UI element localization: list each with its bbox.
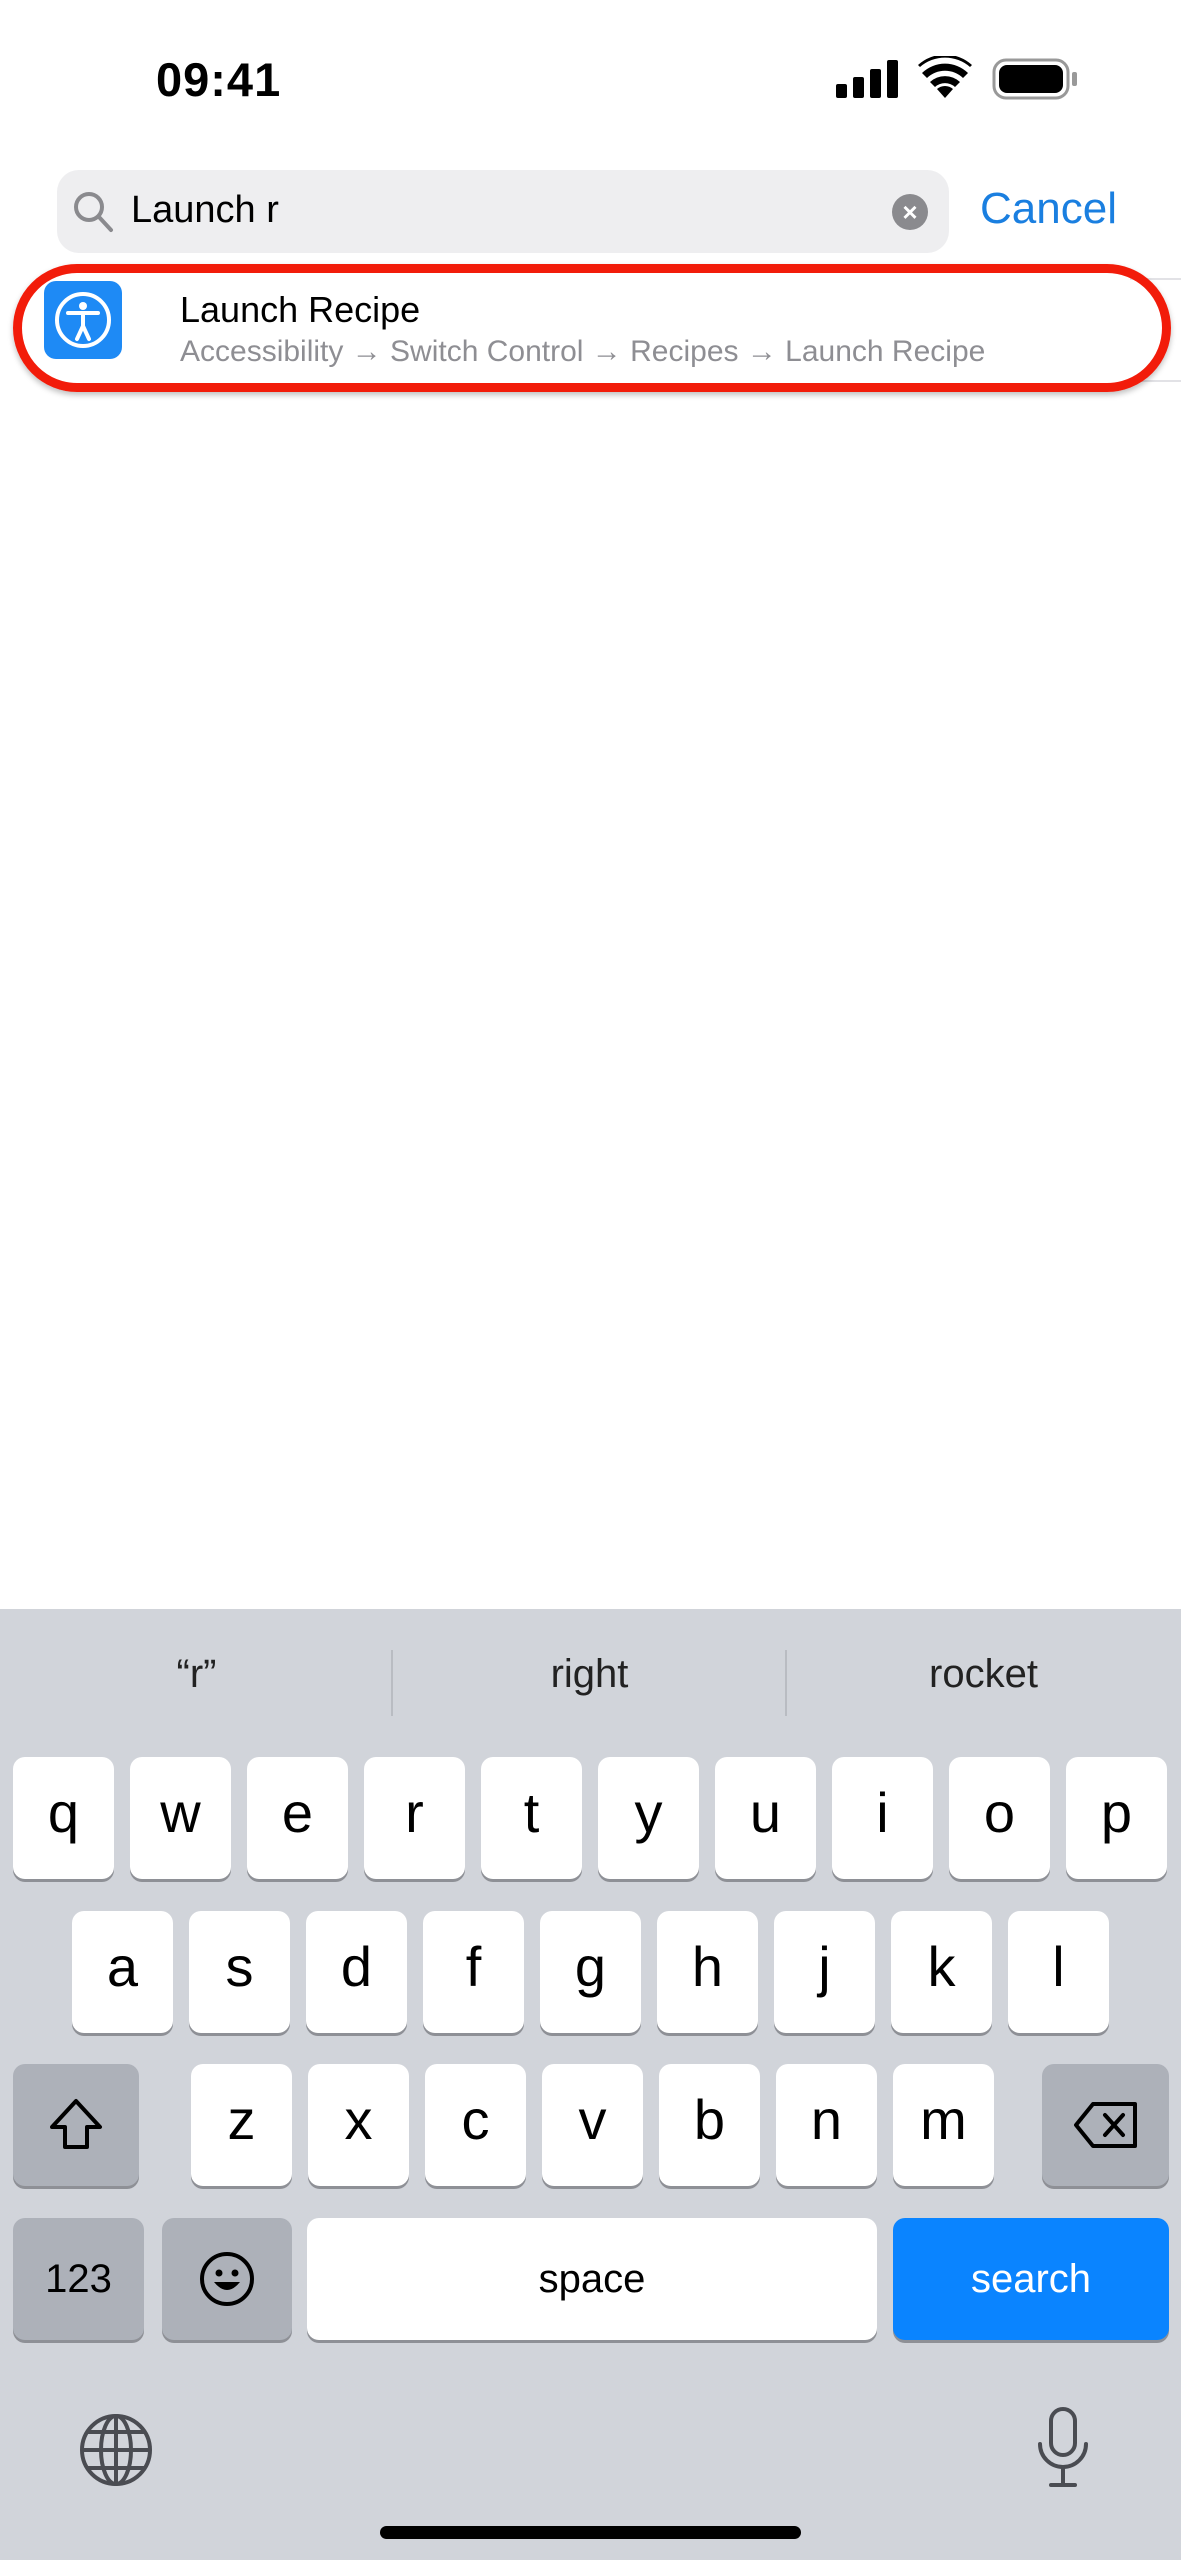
emoji-key[interactable]	[162, 2218, 292, 2340]
battery-icon	[992, 58, 1077, 100]
key-i[interactable]: i	[832, 1757, 933, 1879]
key-v[interactable]: v	[542, 2064, 643, 2186]
key-t[interactable]: t	[481, 1757, 582, 1879]
key-m[interactable]: m	[893, 2064, 994, 2186]
key-h[interactable]: h	[657, 1911, 758, 2033]
key-j[interactable]: j	[774, 1911, 875, 2033]
key-o[interactable]: o	[949, 1757, 1050, 1879]
microphone-icon[interactable]	[1035, 2406, 1091, 2490]
search-key[interactable]: search	[893, 2218, 1169, 2340]
delete-key[interactable]	[1042, 2064, 1169, 2186]
cancel-button[interactable]: Cancel	[980, 184, 1117, 234]
key-y[interactable]: y	[598, 1757, 699, 1879]
shift-icon	[50, 2099, 102, 2149]
status-time: 09:41	[156, 53, 282, 106]
key-n[interactable]: n	[776, 2064, 877, 2186]
search-icon	[74, 192, 113, 232]
suggestion-3[interactable]: rocket	[787, 1652, 1180, 1697]
home-indicator	[380, 2526, 801, 2539]
wifi-icon	[918, 56, 972, 98]
numbers-key[interactable]: 123	[13, 2218, 144, 2340]
key-p[interactable]: p	[1066, 1757, 1167, 1879]
globe-icon[interactable]	[78, 2412, 154, 2488]
suggestion-1[interactable]: “r”	[0, 1652, 393, 1697]
cellular-signal-icon	[836, 60, 898, 98]
key-z[interactable]: z	[191, 2064, 292, 2186]
key-k[interactable]: k	[891, 1911, 992, 2033]
key-e[interactable]: e	[247, 1757, 348, 1879]
key-b[interactable]: b	[659, 2064, 760, 2186]
key-a[interactable]: a	[72, 1911, 173, 2033]
key-f[interactable]: f	[423, 1911, 524, 2033]
backspace-icon	[1073, 2102, 1137, 2148]
key-w[interactable]: w	[130, 1757, 231, 1879]
key-c[interactable]: c	[425, 2064, 526, 2186]
key-d[interactable]: d	[306, 1911, 407, 2033]
key-q[interactable]: q	[13, 1757, 114, 1879]
search-query[interactable]: Launch r	[131, 189, 279, 232]
key-x[interactable]: x	[308, 2064, 409, 2186]
suggestion-2[interactable]: right	[393, 1652, 786, 1697]
highlight-annotation	[13, 264, 1171, 392]
shift-key[interactable]	[13, 2064, 139, 2186]
space-key[interactable]: space	[307, 2218, 877, 2340]
key-r[interactable]: r	[364, 1757, 465, 1879]
key-l[interactable]: l	[1008, 1911, 1109, 2033]
clear-search-button[interactable]: ×	[892, 194, 928, 230]
key-g[interactable]: g	[540, 1911, 641, 2033]
key-s[interactable]: s	[189, 1911, 290, 2033]
emoji-icon	[200, 2252, 254, 2306]
key-u[interactable]: u	[715, 1757, 816, 1879]
